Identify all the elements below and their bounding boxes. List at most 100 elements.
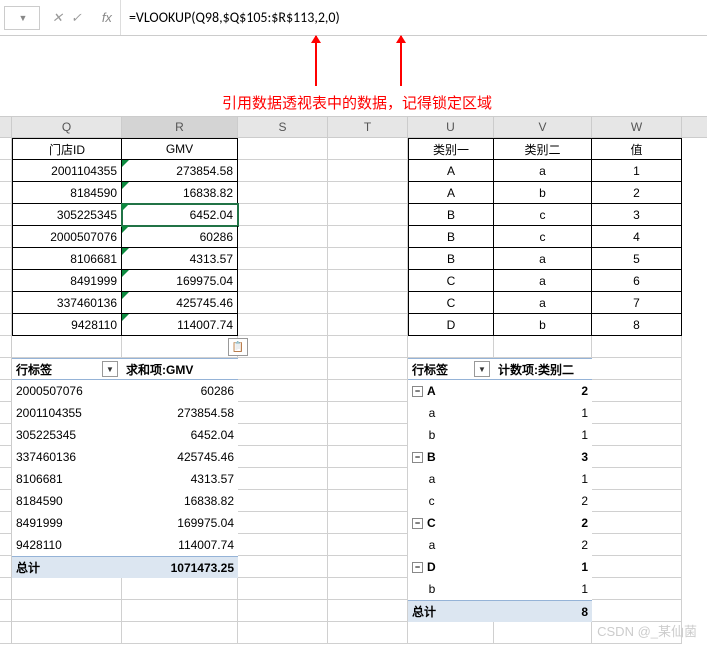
cell[interactable]: [238, 358, 328, 380]
table-cell[interactable]: 305225345: [12, 204, 122, 226]
pivot-group[interactable]: −B: [408, 446, 494, 468]
collapse-icon[interactable]: −: [412, 386, 423, 397]
pivot-child-label[interactable]: b: [408, 578, 494, 600]
table-cell[interactable]: 3: [592, 204, 682, 226]
pivot-group-value[interactable]: 1: [494, 556, 592, 578]
pivot-child-label[interactable]: c: [408, 490, 494, 512]
pivot-row-label[interactable]: 8184590: [12, 490, 122, 512]
cell[interactable]: [328, 556, 408, 578]
cell[interactable]: [238, 600, 328, 622]
cell[interactable]: [328, 248, 408, 270]
cell[interactable]: [0, 424, 12, 446]
cell[interactable]: [0, 226, 12, 248]
cell[interactable]: [328, 182, 408, 204]
cell[interactable]: [238, 248, 328, 270]
cell[interactable]: [328, 292, 408, 314]
pivot-group-value[interactable]: 2: [494, 512, 592, 534]
cell[interactable]: [0, 468, 12, 490]
pivot-value[interactable]: 4313.57: [122, 468, 238, 490]
cell[interactable]: [0, 512, 12, 534]
cell[interactable]: [238, 380, 328, 402]
col-header-R[interactable]: R: [122, 117, 238, 137]
table-cell[interactable]: a: [494, 160, 592, 182]
pivot-value[interactable]: 114007.74: [122, 534, 238, 556]
cell[interactable]: [408, 336, 494, 358]
cell[interactable]: [238, 578, 328, 600]
table-cell[interactable]: 6452.04: [122, 204, 238, 226]
pivot-child-value[interactable]: 1: [494, 424, 592, 446]
cell[interactable]: [592, 468, 682, 490]
cell[interactable]: [592, 512, 682, 534]
pivot-value[interactable]: 6452.04: [122, 424, 238, 446]
table-cell[interactable]: B: [408, 204, 494, 226]
table-cell[interactable]: a: [494, 270, 592, 292]
cell[interactable]: [592, 380, 682, 402]
cell[interactable]: [238, 468, 328, 490]
cell[interactable]: [592, 336, 682, 358]
pivot-child-label[interactable]: a: [408, 402, 494, 424]
table-header[interactable]: 门店ID: [12, 138, 122, 160]
cell[interactable]: [0, 446, 12, 468]
table-cell[interactable]: 425745.46: [122, 292, 238, 314]
cell[interactable]: [12, 600, 122, 622]
cell[interactable]: [238, 622, 328, 644]
pivot-total-label[interactable]: 总计: [12, 556, 122, 578]
col-header-S[interactable]: S: [238, 117, 328, 137]
table-cell[interactable]: 4: [592, 226, 682, 248]
pivot-value-header[interactable]: 计数项:类别二: [494, 358, 592, 380]
cell[interactable]: [0, 270, 12, 292]
table-cell[interactable]: A: [408, 182, 494, 204]
cell[interactable]: [0, 314, 12, 336]
table-cell[interactable]: 2000507076: [12, 226, 122, 248]
pivot-total-label[interactable]: 总计: [408, 600, 494, 622]
cell[interactable]: [408, 622, 494, 644]
cell[interactable]: [328, 270, 408, 292]
pivot-row-label[interactable]: 337460136: [12, 446, 122, 468]
cell[interactable]: [328, 314, 408, 336]
cell[interactable]: [328, 446, 408, 468]
cell[interactable]: [328, 468, 408, 490]
pivot-row-label[interactable]: 8491999: [12, 512, 122, 534]
table-cell[interactable]: c: [494, 204, 592, 226]
cell[interactable]: [238, 336, 328, 358]
pivot-total-value[interactable]: 8: [494, 600, 592, 622]
table-cell[interactable]: a: [494, 292, 592, 314]
table-cell[interactable]: 8106681: [12, 248, 122, 270]
pivot-value[interactable]: 425745.46: [122, 446, 238, 468]
cell[interactable]: [328, 204, 408, 226]
pivot-row-header[interactable]: 行标签▼: [12, 358, 122, 380]
table-cell[interactable]: a: [494, 248, 592, 270]
cell[interactable]: [0, 402, 12, 424]
table-cell[interactable]: b: [494, 314, 592, 336]
cell[interactable]: [12, 578, 122, 600]
cell[interactable]: [328, 424, 408, 446]
pivot-child-label[interactable]: a: [408, 468, 494, 490]
table-cell[interactable]: 169975.04: [122, 270, 238, 292]
filter-dropdown-icon[interactable]: ▼: [474, 361, 490, 377]
table-header[interactable]: 值: [592, 138, 682, 160]
cell[interactable]: [0, 336, 12, 358]
grid[interactable]: 门店IDGMV类别一类别二值2001104355273854.58Aa18184…: [0, 138, 707, 644]
pivot-group[interactable]: −A: [408, 380, 494, 402]
table-cell[interactable]: D: [408, 314, 494, 336]
table-cell[interactable]: 2001104355: [12, 160, 122, 182]
cell[interactable]: [238, 292, 328, 314]
col-header-Q[interactable]: Q: [12, 117, 122, 137]
cell[interactable]: [328, 600, 408, 622]
collapse-icon[interactable]: −: [412, 452, 423, 463]
cell[interactable]: [328, 380, 408, 402]
table-cell[interactable]: A: [408, 160, 494, 182]
collapse-icon[interactable]: −: [412, 562, 423, 573]
cancel-icon[interactable]: ✕: [52, 10, 63, 26]
table-cell[interactable]: 9428110: [12, 314, 122, 336]
pivot-child-value[interactable]: 1: [494, 578, 592, 600]
cell[interactable]: [238, 490, 328, 512]
table-cell[interactable]: 5: [592, 248, 682, 270]
pivot-child-value[interactable]: 1: [494, 402, 592, 424]
col-header-T[interactable]: T: [328, 117, 408, 137]
cell[interactable]: [328, 138, 408, 160]
cell[interactable]: [0, 556, 12, 578]
pivot-row-label[interactable]: 2001104355: [12, 402, 122, 424]
table-cell[interactable]: 6: [592, 270, 682, 292]
table-cell[interactable]: 60286: [122, 226, 238, 248]
